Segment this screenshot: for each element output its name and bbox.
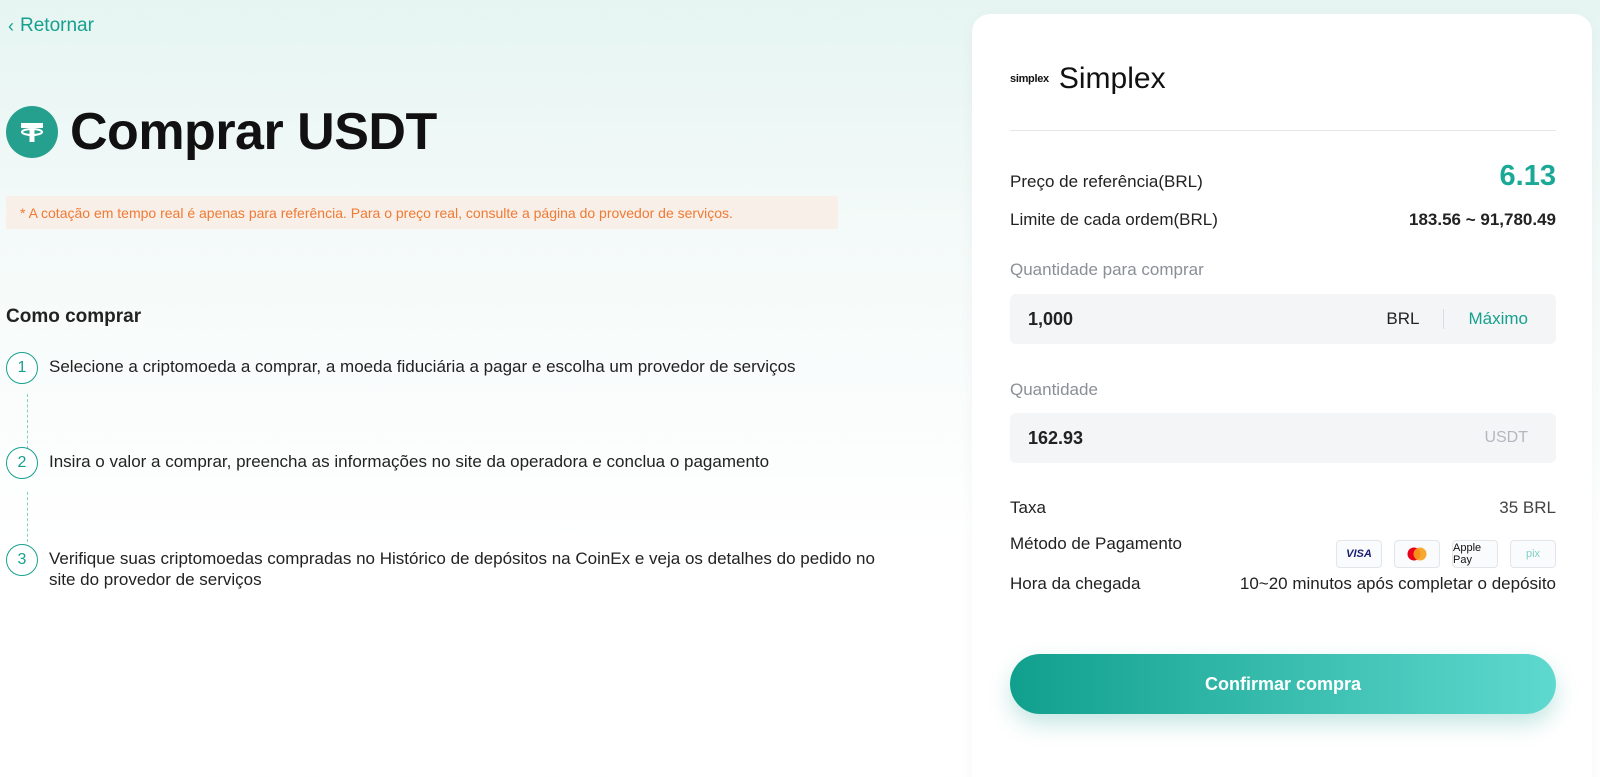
page-title: Comprar USDT [70, 103, 437, 161]
divider [1010, 130, 1556, 131]
pix-icon: pix [1510, 540, 1556, 568]
apple-pay-icon: Apple Pay [1452, 540, 1498, 568]
step-number: 2 [6, 447, 38, 479]
pix-label: pix [1525, 548, 1541, 560]
arrival-time-row: Hora da chegada 10~20 minutos após compl… [1010, 574, 1556, 594]
order-limit-row: Limite de cada ordem(BRL) 183.56 ~ 91,78… [1010, 210, 1556, 230]
step-text: Insira o valor a comprar, preencha as in… [49, 452, 770, 471]
step-text: Selecione a criptomoeda a comprar, a moe… [49, 357, 796, 376]
confirm-purchase-button[interactable]: Confirmar compra [1010, 654, 1556, 714]
chevron-left-icon: ‹ [8, 16, 14, 36]
price-notice: * A cotação em tempo real é apenas para … [6, 196, 838, 229]
mastercard-icon [1394, 540, 1440, 568]
max-button[interactable]: Máximo [1468, 309, 1528, 329]
provider-name: Simplex [1058, 62, 1166, 95]
receive-amount-label: Quantidade [1010, 380, 1098, 399]
fee-label: Taxa [1010, 498, 1046, 517]
order-limit-label: Limite de cada ordem(BRL) [1010, 210, 1218, 229]
back-link[interactable]: ‹ Retornar [8, 15, 94, 37]
apple-pay-label: Apple Pay [1453, 542, 1482, 566]
payment-method-row: Método de Pagamento VISA Apple Pay pix [1010, 534, 1556, 568]
step-1: 1 Selecione a criptomoeda a comprar, a m… [6, 352, 879, 384]
payment-method-label: Método de Pagamento [1010, 534, 1183, 553]
step-2: 2 Insira o valor a comprar, preencha as … [6, 447, 879, 479]
simplex-logo: simplex [1010, 73, 1049, 85]
buy-amount-input[interactable] [1028, 308, 1387, 330]
page-header: Comprar USDT [6, 102, 437, 162]
buy-amount-field: BRL Máximo [1010, 294, 1556, 344]
purchase-panel: simplex Simplex Preço de referência(BRL)… [972, 14, 1592, 777]
separator [1443, 309, 1445, 329]
fee-value: 35 BRL [1499, 498, 1556, 517]
arrival-time-value: 10~20 minutos após completar o depósito [1239, 574, 1556, 593]
order-limit-value: 183.56 ~ 91,780.49 [1409, 210, 1556, 229]
step-3: 3 Verifique suas criptomoedas compradas … [6, 544, 879, 590]
payment-icons: VISA Apple Pay pix [1336, 540, 1556, 568]
reference-price-label: Preço de referência(BRL) [1010, 171, 1203, 191]
buy-amount-label: Quantidade para comprar [1010, 260, 1204, 279]
step-number: 1 [6, 352, 38, 384]
step-number: 3 [6, 544, 38, 576]
step-text: Verifique suas criptomoedas compradas no… [49, 549, 875, 589]
reference-price-row: Preço de referência(BRL) 6.13 [1010, 160, 1556, 193]
provider-header: simplex Simplex [1010, 62, 1166, 96]
fee-row: Taxa 35 BRL [1010, 498, 1556, 518]
receive-currency-unit: USDT [1484, 429, 1528, 446]
reference-price-value: 6.13 [1499, 160, 1556, 192]
visa-label: VISA [1346, 548, 1372, 560]
usdt-icon [6, 106, 58, 158]
visa-icon: VISA [1336, 540, 1382, 568]
step-connector [27, 394, 28, 454]
arrival-time-label: Hora da chegada [1010, 574, 1141, 593]
receive-amount-input[interactable] [1028, 427, 1485, 449]
how-to-title: Como comprar [6, 306, 142, 327]
step-connector [27, 492, 28, 542]
back-label: Retornar [20, 15, 94, 36]
receive-amount-field: USDT [1010, 413, 1556, 463]
buy-currency-unit: BRL [1386, 309, 1420, 328]
